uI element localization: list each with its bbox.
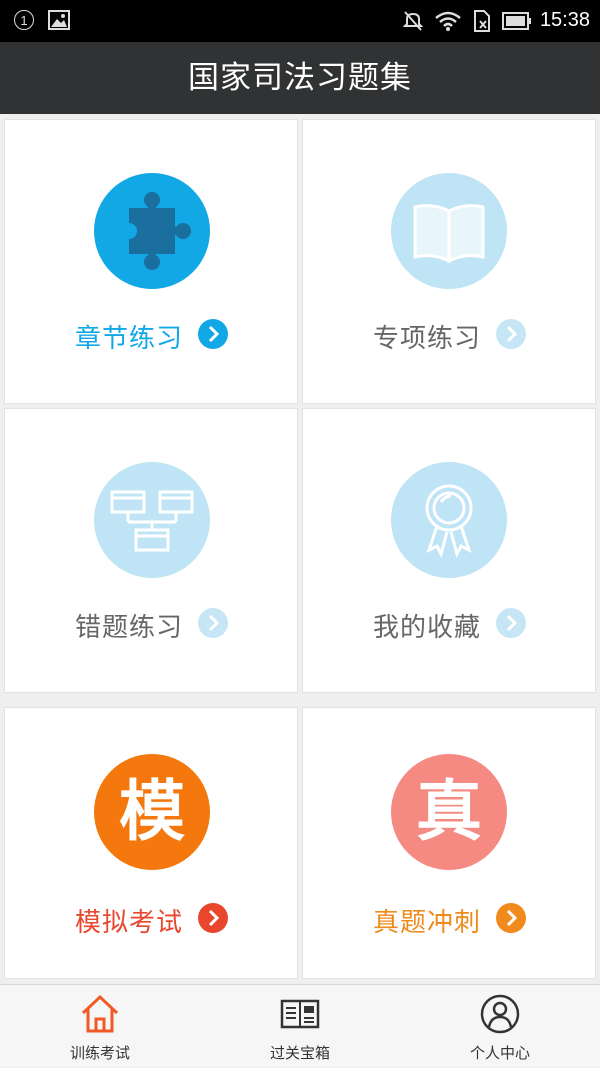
image-notification-icon [48,10,70,30]
feature-grid: 章节练习 专项练习 错题练习 我的收藏 模 模拟考试 真 真题冲刺 [0,114,600,984]
chevron-right-icon [496,903,526,933]
nav-label: 过关宝箱 [269,1044,330,1062]
tile-label: 真题冲刺 [373,908,482,938]
tile-label: 错题练习 [75,613,184,643]
nav-training-exam[interactable]: 训练考试 [0,985,200,1068]
page-title: 国家司法习题集 [188,60,412,96]
chevron-right-icon [198,319,228,349]
clock: 15:38 [539,9,590,31]
wifi-icon [435,11,461,31]
tile-label: 专项练习 [373,324,482,354]
notification-count-badge: 1 [14,10,34,30]
book-icon [391,173,507,289]
bottom-navigation: 训练考试 过关宝箱 个人中心 [0,984,600,1067]
app-header: 国家司法习题集 [0,42,600,114]
tile-label: 我的收藏 [373,613,482,643]
tile-label: 章节练习 [75,324,184,354]
nav-personal-center[interactable]: 个人中心 [400,985,600,1068]
nav-label: 训练考试 [69,1044,130,1062]
tile-mock-exam[interactable]: 模 模拟考试 [4,707,298,979]
icon-character: 真 [416,773,482,850]
zhen-character-icon: 真 [391,754,507,870]
tile-wrong-answers[interactable]: 错题练习 [4,408,298,693]
icon-character: 模 [119,773,185,850]
chevron-right-icon [496,319,526,349]
chevron-right-icon [496,608,526,638]
news-book-icon [280,999,320,1029]
tile-label: 模拟考试 [75,908,184,938]
nav-pass-treasure[interactable]: 过关宝箱 [200,985,400,1068]
chevron-right-icon [198,608,228,638]
puzzle-icon [94,173,210,289]
chevron-right-icon [198,903,228,933]
no-sim-icon [474,10,490,32]
battery-icon [502,12,531,30]
ribbon-award-icon [391,462,507,578]
tile-past-exams[interactable]: 真 真题冲刺 [302,707,596,979]
diagram-icon [94,462,210,578]
tile-chapter-practice[interactable]: 章节练习 [4,119,298,404]
home-icon [81,994,119,1033]
nav-label: 个人中心 [469,1044,530,1062]
person-icon [480,994,520,1034]
tile-topic-practice[interactable]: 专项练习 [302,119,596,404]
mute-icon [403,11,423,31]
mo-character-icon: 模 [94,754,210,870]
tile-my-favorites[interactable]: 我的收藏 [302,408,596,693]
status-bar: 1 15:38 [0,0,600,42]
